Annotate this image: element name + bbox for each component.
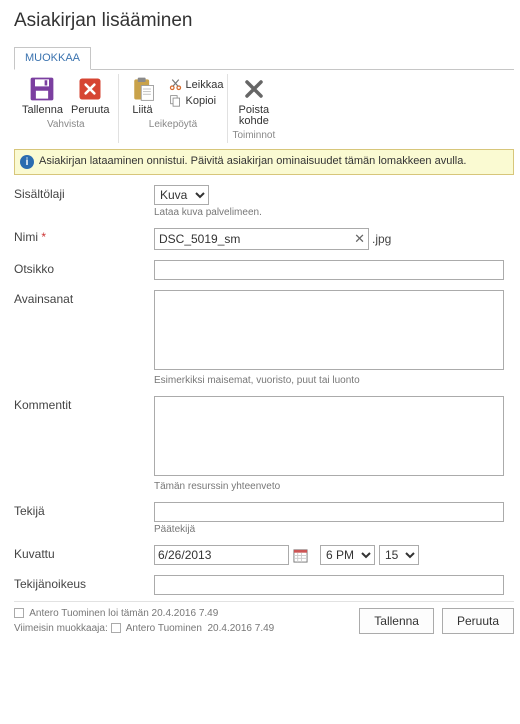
name-input[interactable] — [154, 228, 369, 250]
author-help: Päätekijä — [154, 524, 514, 535]
audit-info: Antero Tuominen loi tämän 20.4.2016 7.49… — [14, 606, 274, 636]
ribbon-group-confirm: Tallenna Peruuta Vahvista — [14, 74, 119, 143]
created-user: Antero Tuominen — [29, 608, 105, 619]
tab-edit[interactable]: MUOKKAA — [14, 47, 91, 70]
created-ts: 20.4.2016 7.49 — [152, 608, 219, 619]
properties-form: Sisältölaji Kuva Lataa kuva palvelimeen.… — [0, 175, 520, 595]
content-type-label: Sisältölaji — [14, 185, 154, 201]
upload-success-notice: i Asiakirjan lataaminen onnistui. Päivit… — [14, 149, 514, 175]
name-label: Nimi * — [14, 228, 154, 244]
cancel-label: Peruuta — [71, 104, 110, 116]
page-title: Asiakirjan lisääminen — [0, 8, 520, 46]
captured-label: Kuvattu — [14, 545, 154, 561]
footer-save-button[interactable]: Tallenna — [359, 608, 434, 634]
modified-ts: 20.4.2016 7.49 — [208, 623, 275, 634]
ribbon: Tallenna Peruuta Vahvista — [0, 70, 520, 143]
content-type-select[interactable]: Kuva — [154, 185, 209, 205]
keywords-label: Avainsanat — [14, 290, 154, 306]
paste-button[interactable]: Liitä — [123, 75, 163, 116]
copyright-label: Tekijänoikeus — [14, 575, 154, 591]
notice-text: Asiakirjan lataaminen onnistui. Päivitä … — [39, 155, 466, 167]
ribbon-group-clipboard: Liitä Leikkaa Kopioi — [119, 74, 229, 143]
comments-help: Tämän resurssin yhteenveto — [154, 481, 514, 492]
ribbon-group-actions: Poista kohde Toiminnot — [228, 74, 279, 143]
cancel-icon — [76, 75, 104, 103]
author-input[interactable] — [154, 502, 504, 522]
paste-icon — [129, 75, 157, 103]
info-icon: i — [20, 155, 34, 169]
content-type-help: Lataa kuva palvelimeen. — [154, 207, 514, 218]
keywords-help: Esimerkiksi maisemat, vuoristo, puut tai… — [154, 375, 514, 386]
captured-date-input[interactable] — [154, 545, 289, 565]
cut-icon — [169, 78, 182, 91]
file-extension: .jpg — [372, 232, 391, 246]
title-label: Otsikko — [14, 260, 154, 276]
delete-icon — [240, 75, 268, 103]
paste-label: Liitä — [132, 104, 152, 116]
ribbon-group-actions-title: Toiminnot — [232, 130, 275, 141]
copy-button[interactable]: Kopioi — [169, 93, 217, 108]
delete-label-2: kohde — [239, 115, 269, 127]
save-button[interactable]: Tallenna — [18, 75, 67, 116]
copy-icon — [169, 94, 182, 107]
comments-textarea[interactable] — [154, 396, 504, 476]
title-input[interactable] — [154, 260, 504, 280]
captured-hour-select[interactable]: 6 PM — [320, 545, 375, 565]
modified-checkbox[interactable] — [111, 623, 121, 633]
save-label: Tallenna — [22, 104, 63, 116]
cut-label: Leikkaa — [186, 78, 224, 92]
ribbon-group-clipboard-title: Leikepöytä — [123, 119, 224, 130]
cut-button[interactable]: Leikkaa — [169, 77, 224, 92]
clear-name-icon[interactable]: ✕ — [354, 231, 365, 247]
captured-minute-select[interactable]: 15 — [379, 545, 419, 565]
ribbon-group-confirm-title: Vahvista — [18, 119, 114, 130]
tab-bar: MUOKKAA — [14, 46, 514, 70]
keywords-textarea[interactable] — [154, 290, 504, 370]
calendar-icon[interactable] — [293, 548, 316, 563]
cancel-button[interactable]: Peruuta — [67, 75, 114, 116]
footer: Antero Tuominen loi tämän 20.4.2016 7.49… — [14, 601, 514, 636]
modified-user: Antero Tuominen — [126, 623, 202, 634]
footer-cancel-button[interactable]: Peruuta — [442, 608, 514, 634]
copyright-input[interactable] — [154, 575, 504, 595]
modified-label: Viimeisin muokkaaja: — [14, 623, 111, 634]
delete-item-button[interactable]: Poista kohde — [234, 75, 274, 127]
save-icon — [28, 75, 56, 103]
created-checkbox[interactable] — [14, 608, 24, 618]
author-label: Tekijä — [14, 502, 154, 518]
copy-label: Kopioi — [186, 94, 217, 108]
comments-label: Kommentit — [14, 396, 154, 412]
